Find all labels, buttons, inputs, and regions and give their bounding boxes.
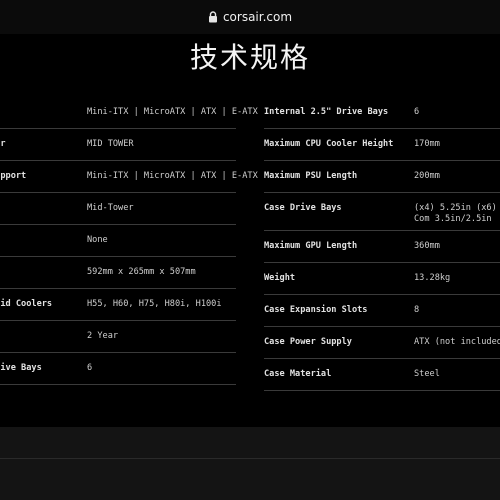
spec-label: Maximum CPU Cooler Height <box>264 139 394 149</box>
lock-icon <box>208 11 217 23</box>
spec-row: Case Expansion Slots 8 <box>264 295 500 327</box>
spec-value: 13.28kg <box>414 273 451 283</box>
spec-value: Steel <box>414 369 440 379</box>
url-text: corsair.com <box>222 10 293 24</box>
spec-row: Weight 13.28kg <box>264 263 500 295</box>
spec-value: 2 Year <box>87 331 119 341</box>
spec-row: Mid-Tower <box>0 193 236 225</box>
spec-label: Internal 2.5" Drive Bays <box>264 107 389 117</box>
spec-value: Mini-ITX | MicroATX | ATX | E-ATX <box>87 107 258 117</box>
spec-row: tor MID TOWER <box>0 129 236 161</box>
spec-value: 592mm x 265mm x 507mm <box>87 267 196 277</box>
spec-value: None <box>87 235 108 245</box>
spec-value: 200mm <box>414 171 440 181</box>
spec-row: Support Mini-ITX | MicroATX | ATX | E-AT… <box>0 161 258 193</box>
spec-row: Maximum CPU Cooler Height 170mm <box>264 129 500 161</box>
spec-row: Case Power Supply ATX (not included) <box>264 327 500 359</box>
spec-label: quid Coolers <box>0 299 53 309</box>
spec-table: d Mini-ITX | MicroATX | ATX | E-ATX tor … <box>0 97 500 427</box>
spec-label: Drive Bays <box>0 363 42 373</box>
spec-label: Case Expansion Slots <box>264 305 368 315</box>
spec-row: Maximum PSU Length 200mm <box>264 161 500 193</box>
address-bar[interactable]: corsair.com <box>0 0 500 34</box>
spec-label: Case Power Supply <box>264 337 352 347</box>
bottom-panel <box>0 427 500 500</box>
spec-value: 6 <box>414 107 420 117</box>
divider <box>0 458 500 459</box>
spec-label: Case Drive Bays <box>264 203 342 213</box>
spec-value: H55, H60, H75, H80i, H100i <box>87 299 222 309</box>
spec-value: 6 <box>87 363 93 373</box>
spec-value: 8 <box>414 305 420 315</box>
spec-value: MID TOWER <box>87 139 134 149</box>
spec-value: 360mm <box>414 241 440 251</box>
spec-row: None <box>0 225 236 257</box>
spec-row: ns 592mm x 265mm x 507mm <box>0 257 236 289</box>
spec-label: Support <box>0 171 27 181</box>
spec-value: Mini-ITX | MicroATX | ATX | E-ATX <box>87 171 258 181</box>
spec-column-left: d Mini-ITX | MicroATX | ATX | E-ATX tor … <box>0 97 258 385</box>
spec-label: Maximum PSU Length <box>264 171 358 181</box>
spec-row: d Mini-ITX | MicroATX | ATX | E-ATX <box>0 97 258 129</box>
spec-row: Internal 2.5" Drive Bays 6 <box>264 97 500 129</box>
spec-label: tor <box>0 139 6 149</box>
spec-label: Case Material <box>264 369 332 379</box>
spec-row: Case Material Steel <box>264 359 500 391</box>
spec-label: Weight <box>264 273 296 283</box>
spec-value: Mid-Tower <box>87 203 134 213</box>
spec-row: quid Coolers H55, H60, H75, H80i, H100i <box>0 289 236 321</box>
page-title: 技术规格 <box>189 41 310 74</box>
spec-value: 170mm <box>414 139 440 149</box>
spec-value: (x4) 5.25in (x6) Com 3.5in/2.5in <box>414 203 497 224</box>
spec-row: Drive Bays 6 <box>0 353 236 385</box>
spec-label: Maximum GPU Length <box>264 241 358 251</box>
spec-value: ATX (not included) <box>414 337 500 347</box>
spec-row: 2 Year <box>0 321 236 353</box>
spec-row: Maximum GPU Length 360mm <box>264 231 500 263</box>
spec-row: Case Drive Bays (x4) 5.25in (x6) Com 3.5… <box>264 193 500 231</box>
spec-column-right: Internal 2.5" Drive Bays 6 Maximum CPU C… <box>264 97 500 391</box>
